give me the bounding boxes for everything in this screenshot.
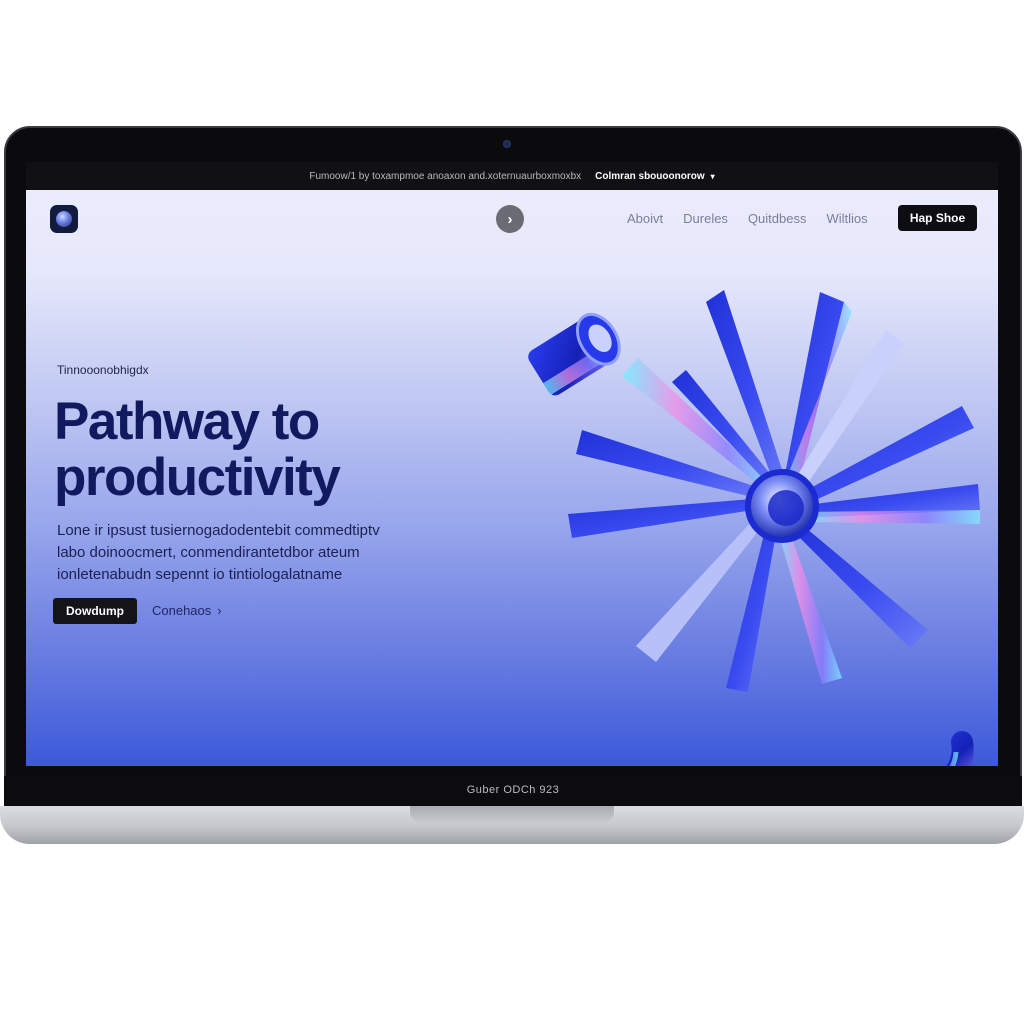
secondary-cta-label: Conehaos <box>152 603 212 618</box>
headline-line-2: productivity <box>54 448 341 507</box>
announcement-link[interactable]: Colmran sbouoonorow ▾ <box>595 171 714 182</box>
arc-shape <box>946 731 974 766</box>
chevron-right-icon: › <box>217 603 222 618</box>
hero-headline: Pathway to productivity <box>54 394 514 506</box>
primary-cta-button[interactable]: Dowdump <box>53 598 137 624</box>
caret-down-icon: ▾ <box>710 171 715 181</box>
announcement-bar: Fumoow/1 by toxampmoe anoaxon and.xotern… <box>26 162 998 190</box>
nav-next-button[interactable]: › <box>496 205 524 233</box>
browser-screen: Fumoow/1 by toxampmoe anoaxon and.xotern… <box>26 162 998 766</box>
hero-illustration <box>528 290 980 766</box>
nav-link-workflows[interactable]: Wiltlios <box>826 211 867 226</box>
cylinder-shape <box>528 312 621 396</box>
laptop-opening-notch <box>410 806 614 822</box>
hero-body: Lone ir ipsust tusiernogadodentebit comm… <box>57 520 437 586</box>
nav-cta-button[interactable]: Hap Shoe <box>898 205 977 231</box>
headline-line-1: Pathway to <box>54 392 320 451</box>
nav-link-guides[interactable]: Quitdbess <box>748 211 807 226</box>
starburst-shape <box>568 290 980 692</box>
laptop-bezel-bottom: Guber ODCh 923 <box>4 776 1022 806</box>
device-label: Guber ODCh 923 <box>466 784 560 796</box>
secondary-cta-link[interactable]: Conehaos › <box>152 603 222 618</box>
main-nav: Aboivt Dureles Quitdbess Wiltlios <box>627 211 868 226</box>
hero-body-line-2: labo doinoocmert, conmendirantetdbor ate… <box>57 544 360 561</box>
hero-body-line-3: ionletenabudn sepennt io tintiologalatna… <box>57 566 343 583</box>
hero-body-line-1: Lone ir ipsust tusiernogadodentebit comm… <box>57 522 380 539</box>
logo[interactable] <box>50 205 78 233</box>
sphere-logo-icon <box>56 211 72 227</box>
webcam <box>503 140 511 148</box>
nav-link-features[interactable]: Dureles <box>683 211 728 226</box>
chevron-right-icon: › <box>507 210 513 228</box>
announcement-link-label: Colmran sbouoonorow <box>595 170 705 182</box>
announcement-message: Fumoow/1 by toxampmoe anoaxon and.xotern… <box>309 170 582 182</box>
nav-link-about[interactable]: Aboivt <box>627 211 663 226</box>
hero-eyebrow: Tinnooonobhigdx <box>57 363 149 377</box>
laptop-mockup: Fumoow/1 by toxampmoe anoaxon and.xotern… <box>0 0 1024 1024</box>
